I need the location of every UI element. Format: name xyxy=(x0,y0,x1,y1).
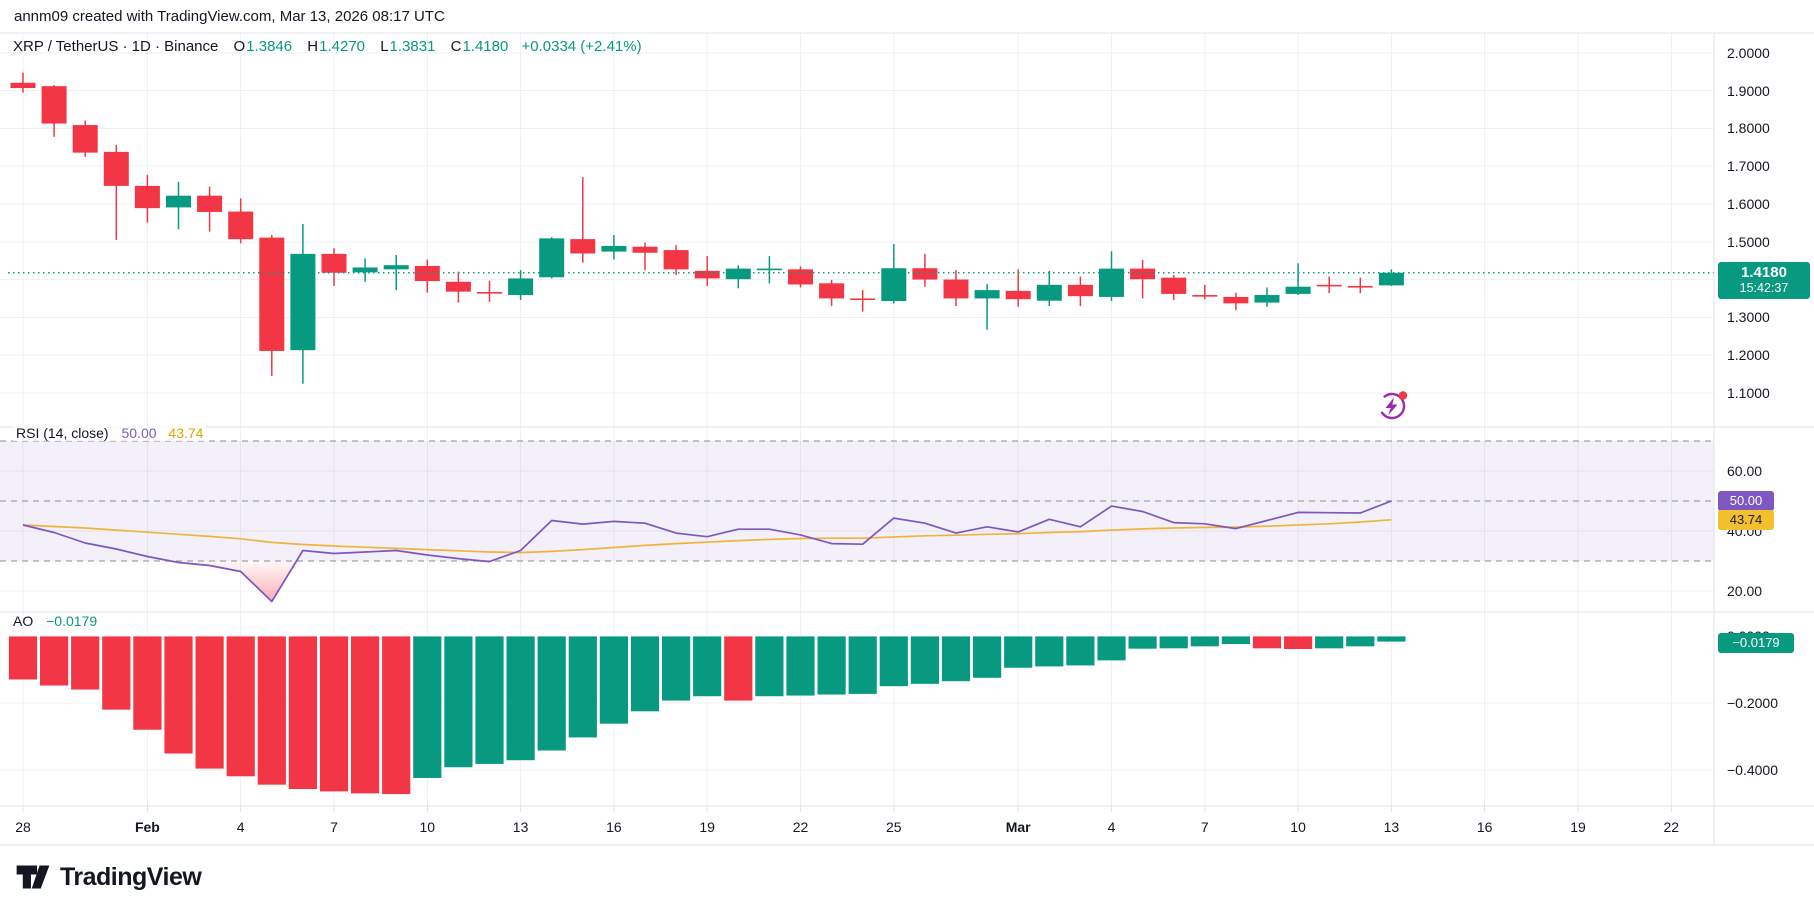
low-label: L xyxy=(380,38,388,55)
close-label: C xyxy=(451,38,462,55)
ao-title[interactable]: AO xyxy=(13,613,33,629)
lightning-bolt-icon xyxy=(1386,398,1398,416)
attribution-text: annm09 created with TradingView.com, Mar… xyxy=(14,8,445,25)
low-value: 1.3831 xyxy=(390,38,436,55)
tradingview-logo-text: TradingView xyxy=(60,863,201,892)
high-value: 1.4270 xyxy=(319,38,365,55)
tradingview-logo[interactable]: TradingView xyxy=(15,862,201,892)
symbol-title[interactable]: XRP / TetherUS · 1D · Binance xyxy=(13,38,218,55)
notification-dot xyxy=(1399,391,1407,399)
high-label: H xyxy=(307,38,318,55)
open-label: O xyxy=(234,38,246,55)
open-value: 1.3846 xyxy=(246,38,292,55)
close-value: 1.4180 xyxy=(462,38,508,55)
rsi-legend[interactable]: RSI (14, close) 50.00 43.74 xyxy=(13,425,206,441)
change-value: +0.0334 (+2.41%) xyxy=(522,38,642,55)
rsi-ma-value-badge[interactable]: 43.74 xyxy=(1718,510,1774,530)
last-price-value: 1.4180 xyxy=(1718,264,1810,281)
tradingview-chart-screenshot: annm09 created with TradingView.com, Mar… xyxy=(0,0,1814,920)
rsi-ma-current-value: 43.74 xyxy=(168,425,203,441)
chart-canvas[interactable] xyxy=(0,0,1814,920)
technicals-sparkle-icon[interactable] xyxy=(1375,387,1411,423)
rsi-value-badge[interactable]: 50.00 xyxy=(1718,491,1774,511)
rsi-current-value: 50.00 xyxy=(121,425,156,441)
ao-legend[interactable]: AO −0.0179 xyxy=(13,613,97,629)
symbol-legend[interactable]: XRP / TetherUS · 1D · Binance O1.3846 H1… xyxy=(13,38,642,55)
last-price-badge[interactable]: 1.4180 15:42:37 xyxy=(1718,262,1810,299)
bar-countdown-timer: 15:42:37 xyxy=(1718,281,1810,296)
tradingview-logo-mark xyxy=(15,862,51,892)
rsi-title[interactable]: RSI (14, close) xyxy=(16,425,109,441)
ao-value-badge[interactable]: −0.0179 xyxy=(1718,633,1794,653)
ao-current-value: −0.0179 xyxy=(46,613,97,629)
